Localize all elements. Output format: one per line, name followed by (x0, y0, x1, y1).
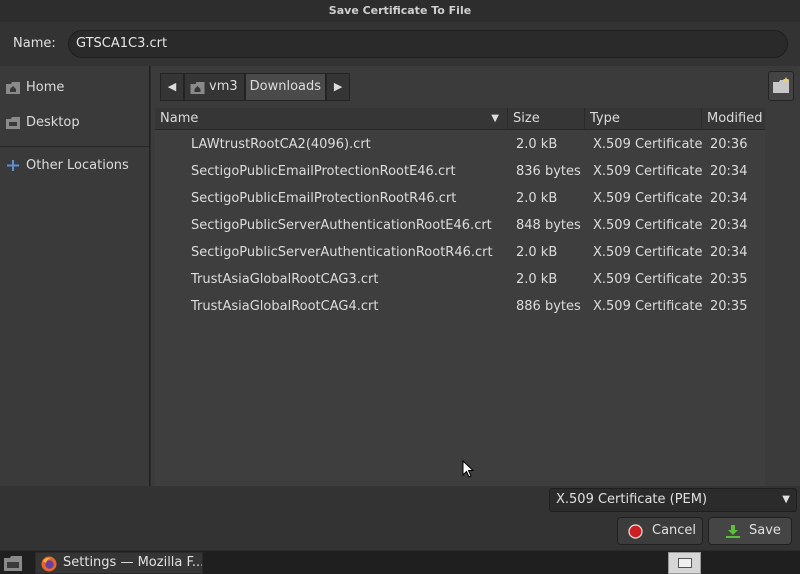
file-type: X.509 Certificate (593, 137, 703, 152)
file-size: 2.0 kB (516, 272, 558, 287)
path-segment-home[interactable]: vm3 (184, 73, 245, 101)
file-row[interactable]: TrustAsiaGlobalRootCAG4.crt 886 bytes X.… (155, 293, 765, 320)
window-switcher-button[interactable] (668, 552, 701, 574)
path-segment-downloads[interactable]: Downloads (244, 73, 327, 101)
scrollbar-area (765, 108, 800, 486)
column-header-label: Name (160, 111, 199, 126)
file-size: 836 bytes (516, 164, 581, 179)
sidebar-item-label: Other Locations (26, 158, 129, 173)
sidebar-separator (0, 146, 150, 147)
column-header-size[interactable]: Size (508, 108, 585, 130)
file-type: X.509 Certificate (593, 164, 703, 179)
file-type: X.509 Certificate (593, 272, 703, 287)
taskbar-task-firefox[interactable]: Settings — Mozilla F... (35, 552, 203, 574)
column-header-modified[interactable]: Modified (702, 108, 765, 130)
file-type: X.509 Certificate (593, 191, 703, 206)
firefox-icon (41, 556, 57, 572)
column-header-name[interactable]: Name ▼ (155, 108, 508, 130)
new-folder-button[interactable] (768, 71, 794, 101)
sidebar-item-desktop[interactable]: Desktop (0, 110, 150, 136)
file-row[interactable]: SectigoPublicEmailProtectionRootR46.crt … (155, 185, 765, 212)
plus-icon (7, 160, 19, 171)
filter-value: X.509 Certificate (PEM) (556, 492, 708, 507)
file-size: 2.0 kB (516, 245, 558, 260)
file-list-header: Name ▼ Size Type Modified (155, 108, 765, 130)
chevron-down-icon: ▼ (782, 494, 790, 505)
sidebar-item-label: Desktop (26, 115, 80, 130)
name-label: Name: (13, 36, 56, 51)
file-name: TrustAsiaGlobalRootCAG3.crt (191, 272, 379, 287)
file-size: 2.0 kB (516, 191, 558, 206)
right-arrow-icon: ▶ (333, 80, 343, 93)
file-size: 886 bytes (516, 299, 581, 314)
places-sidebar: Home Desktop Other Locations (0, 66, 150, 486)
file-name: LAWtrustRootCA2(4096).crt (191, 137, 371, 152)
sort-down-icon: ▼ (491, 113, 499, 124)
path-back-button[interactable]: ◀ (160, 73, 184, 101)
file-row[interactable]: TrustAsiaGlobalRootCAG3.crt 2.0 kB X.509… (155, 266, 765, 293)
cancel-label: Cancel (652, 523, 697, 538)
file-name: SectigoPublicEmailProtectionRootR46.crt (191, 191, 457, 206)
mouse-cursor-icon (462, 460, 474, 478)
cancel-icon (628, 524, 643, 539)
file-modified: 20:34 (710, 191, 748, 206)
file-size: 848 bytes (516, 218, 581, 233)
left-arrow-icon: ◀ (167, 80, 177, 93)
filename-input[interactable]: GTSCA1C3.crt (68, 30, 788, 58)
show-desktop-icon[interactable] (3, 554, 23, 572)
path-bar: ◀ vm3 Downloads ▶ (160, 73, 351, 101)
name-row: Name: GTSCA1C3.crt (0, 22, 800, 66)
taskbar-task-label: Settings — Mozilla F... (63, 555, 203, 570)
file-type: X.509 Certificate (593, 245, 703, 260)
taskbar: Settings — Mozilla F... (0, 550, 800, 574)
home-folder-icon (6, 82, 20, 94)
file-name: SectigoPublicEmailProtectionRootE46.crt (191, 164, 456, 179)
file-type: X.509 Certificate (593, 218, 703, 233)
file-modified: 20:34 (710, 164, 748, 179)
cancel-button[interactable]: Cancel (617, 517, 703, 545)
file-modified: 20:35 (710, 299, 748, 314)
file-modified: 20:36 (710, 137, 748, 152)
save-button[interactable]: Save (708, 517, 792, 545)
path-segment-label: vm3 (209, 79, 238, 94)
file-list: Name ▼ Size Type Modified LAWtrustRootCA… (155, 108, 765, 486)
file-row[interactable]: SectigoPublicServerAuthenticationRootR46… (155, 239, 765, 266)
file-modified: 20:35 (710, 272, 748, 287)
sidebar-item-home[interactable]: Home (0, 75, 150, 101)
save-download-icon (726, 525, 740, 538)
file-row[interactable]: SectigoPublicServerAuthenticationRootE46… (155, 212, 765, 239)
file-type: X.509 Certificate (593, 299, 703, 314)
file-name: SectigoPublicServerAuthenticationRootE46… (191, 218, 492, 233)
file-size: 2.0 kB (516, 137, 558, 152)
file-type-filter-select[interactable]: X.509 Certificate (PEM) ▼ (549, 488, 797, 512)
file-row[interactable]: LAWtrustRootCA2(4096).crt 2.0 kB X.509 C… (155, 131, 765, 158)
window-icon (678, 558, 692, 568)
new-folder-icon (773, 77, 789, 93)
sidebar-item-label: Home (26, 80, 65, 95)
sidebar-item-other-locations[interactable]: Other Locations (0, 153, 150, 179)
file-name: SectigoPublicServerAuthenticationRootR46… (191, 245, 493, 260)
dialog-title: Save Certificate To File (0, 0, 800, 22)
file-row[interactable]: SectigoPublicEmailProtectionRootE46.crt … (155, 158, 765, 185)
path-forward-button[interactable]: ▶ (326, 73, 351, 101)
desktop-folder-icon (6, 117, 20, 129)
save-label: Save (749, 523, 781, 538)
file-modified: 20:34 (710, 245, 748, 260)
home-folder-icon (190, 81, 205, 94)
column-header-type[interactable]: Type (585, 108, 702, 130)
file-name: TrustAsiaGlobalRootCAG4.crt (191, 299, 379, 314)
file-modified: 20:34 (710, 218, 748, 233)
